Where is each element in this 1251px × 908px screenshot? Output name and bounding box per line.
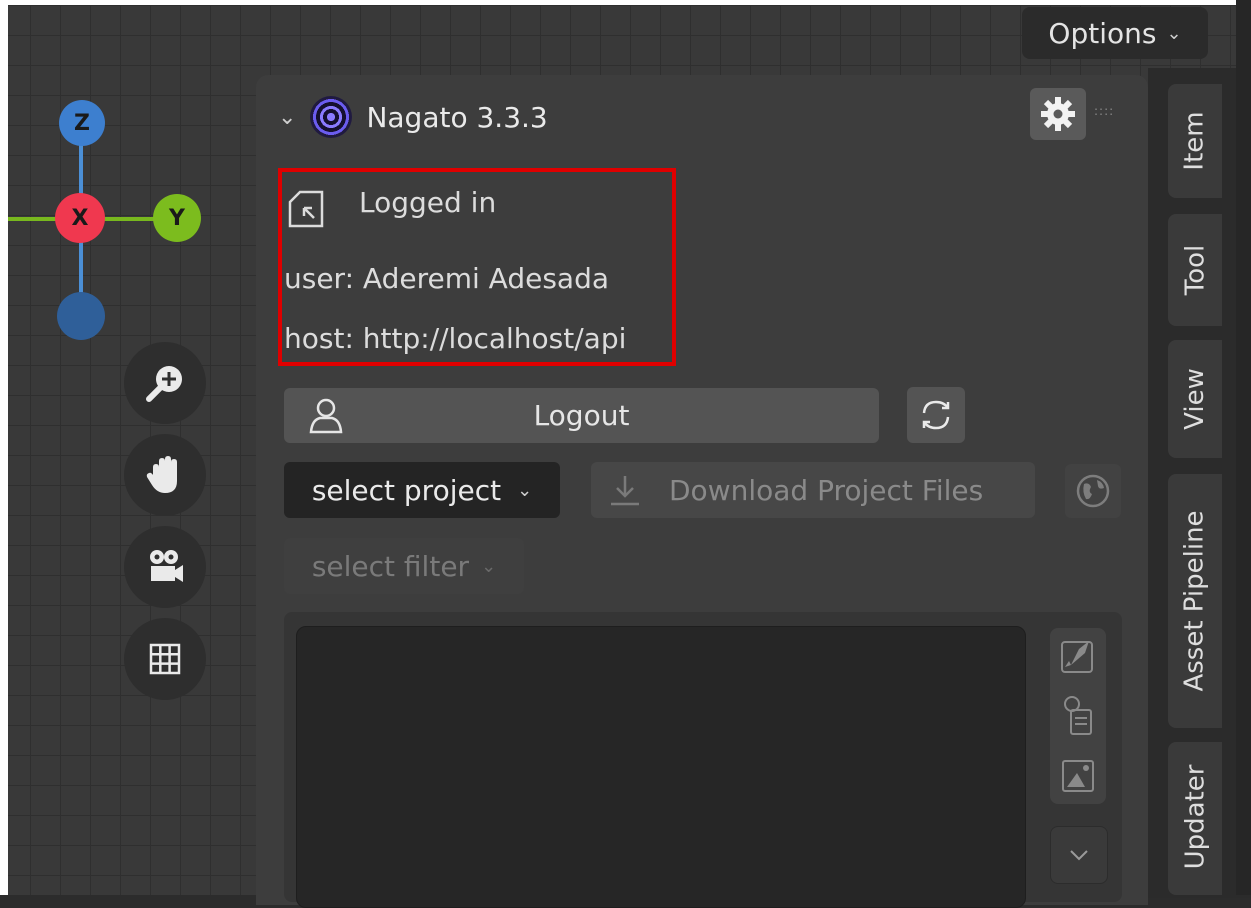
user-icon <box>309 398 343 434</box>
pan-button[interactable] <box>124 434 206 516</box>
refresh-button[interactable] <box>907 387 965 443</box>
settings-button[interactable] <box>1030 88 1086 140</box>
zoom-in-icon <box>146 366 182 402</box>
drag-grip-icon[interactable]: :::: <box>1094 104 1114 118</box>
chevron-down-icon: ⌄ <box>481 555 497 577</box>
tab-asset-pipeline[interactable]: Asset Pipeline <box>1168 474 1222 728</box>
neg-z-axis-handle[interactable] <box>57 292 105 340</box>
list-side-tools <box>1050 628 1106 804</box>
chevron-down-icon: ⌄ <box>517 479 533 501</box>
x-axis-handle[interactable]: X <box>55 193 105 243</box>
camera-view-button[interactable] <box>124 526 206 608</box>
select-project-label: select project <box>311 473 502 507</box>
user-label: user: Aderemi Adesada <box>284 262 609 295</box>
zoom-button[interactable] <box>124 342 206 424</box>
select-project-dropdown[interactable]: select project ⌄ <box>284 462 560 518</box>
tab-item-label: Item <box>1180 111 1210 171</box>
z-label: Z <box>74 110 90 136</box>
logout-button[interactable]: Logout <box>284 388 879 443</box>
y-axis-line <box>100 217 160 221</box>
logged-in-status: Logged in <box>359 186 497 219</box>
image-icon[interactable] <box>1059 757 1097 795</box>
panel-title: Nagato 3.3.3 <box>366 100 548 134</box>
download-project-files-button[interactable]: Download Project Files <box>591 462 1035 518</box>
open-web-button[interactable] <box>1065 464 1121 518</box>
left-border <box>0 0 8 895</box>
tab-item[interactable]: Item <box>1168 84 1222 198</box>
tab-updater-label: Updater <box>1180 764 1211 870</box>
tab-tool-label: Tool <box>1179 244 1210 296</box>
tab-asset-pipeline-label: Asset Pipeline <box>1180 510 1210 692</box>
expand-button[interactable] <box>1050 826 1108 884</box>
nagato-logo-icon <box>310 96 353 138</box>
sidebar-edge <box>1236 0 1251 895</box>
select-filter-label: select filter <box>311 549 470 583</box>
top-border <box>0 0 1251 5</box>
tab-view-label: View <box>1180 368 1211 430</box>
chevron-down-icon <box>1070 850 1088 861</box>
logout-label: Logout <box>533 399 630 432</box>
tab-tool[interactable]: Tool <box>1168 214 1222 326</box>
globe-icon <box>1076 474 1110 508</box>
grid-icon <box>149 643 181 675</box>
collapse-chevron-icon[interactable]: ⌄ <box>278 105 296 130</box>
hand-icon <box>146 456 177 493</box>
panel-header[interactable]: ⌄ Nagato 3.3.3 <box>278 92 548 142</box>
select-filter-dropdown[interactable]: select filter ⌄ <box>284 538 524 594</box>
y-axis-handle[interactable]: Y <box>153 194 201 242</box>
tab-view[interactable]: View <box>1168 340 1222 458</box>
x-label: X <box>71 205 89 231</box>
download-icon <box>611 476 639 506</box>
ortho-toggle-button[interactable] <box>124 618 206 700</box>
options-label: Options <box>1048 16 1157 50</box>
clipboard-clock-icon[interactable] <box>1059 694 1097 738</box>
download-label: Download Project Files <box>669 473 984 507</box>
chevron-down-icon: ⌄ <box>1166 22 1182 44</box>
refresh-icon <box>922 400 950 430</box>
file-list[interactable] <box>296 626 1026 908</box>
camera-icon <box>150 550 183 582</box>
z-axis-handle[interactable]: Z <box>59 100 105 146</box>
gear-icon <box>1041 97 1075 131</box>
tab-updater[interactable]: Updater <box>1168 742 1222 895</box>
y-label: Y <box>169 205 185 231</box>
login-icon <box>288 190 324 228</box>
options-dropdown[interactable]: Options ⌄ <box>1022 7 1208 59</box>
launch-icon[interactable] <box>1059 637 1097 675</box>
host-label: host: http://localhost/api <box>284 322 627 355</box>
